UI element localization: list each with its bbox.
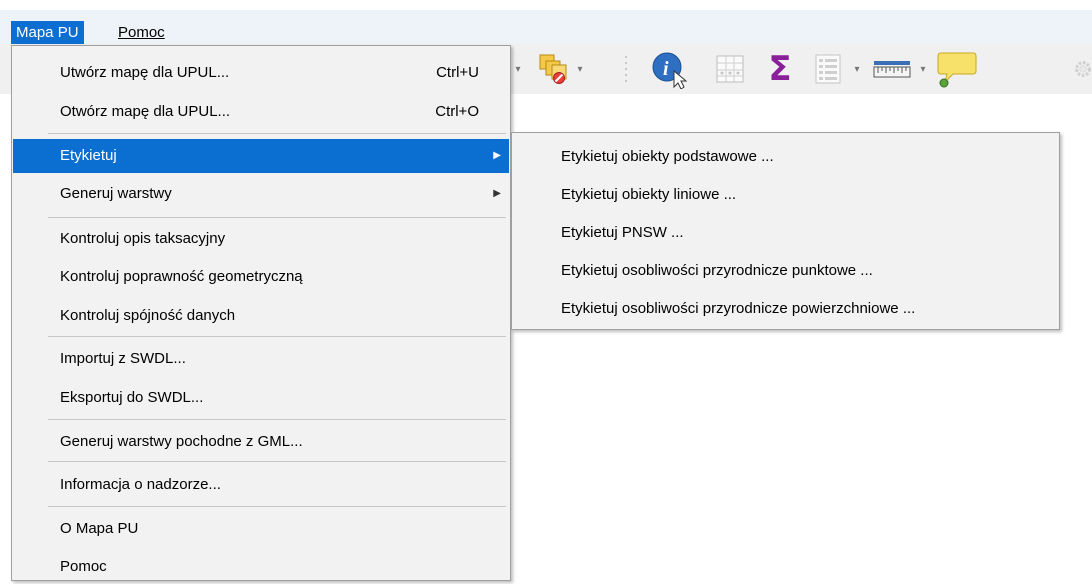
menu-item-label: Informacja o nadzorze... (60, 476, 221, 493)
etykietuj-submenu: Etykietuj obiekty podstawowe ... Etykiet… (511, 132, 1060, 330)
submenu-item-osobliwosci-powierzchniowe[interactable]: Etykietuj osobliwości przyrodnicze powie… (513, 290, 1058, 327)
menu-item-importuj-swdl[interactable]: Importuj z SWDL... (13, 342, 509, 376)
menu-item-label: Generuj warstwy (60, 185, 172, 202)
field-calculator-icon[interactable] (808, 44, 848, 94)
shortcut-label: Ctrl+O (435, 103, 479, 120)
menu-item-kontroluj-geometrie[interactable]: Kontroluj poprawność geometryczną (13, 260, 509, 294)
menu-item-label: Kontroluj poprawność geometryczną (60, 268, 303, 285)
menu-item-etykietuj[interactable]: Etykietuj ▶ (13, 139, 509, 173)
map-tips-icon[interactable] (934, 44, 978, 94)
toolbar-separator (622, 44, 632, 94)
menu-separator (48, 506, 506, 507)
field-calculator-dropdown-arrow[interactable]: ▾ (850, 44, 864, 94)
submenu-item-obiekty-liniowe[interactable]: Etykietuj obiekty liniowe ... (513, 176, 1058, 213)
menu-item-label: Otwórz mapę dla UPUL... (60, 103, 231, 120)
menu-separator (48, 336, 506, 337)
menu-item-kontroluj-spojnosc[interactable]: Kontroluj spójność danych (13, 299, 509, 333)
deselect-dropdown-arrow[interactable]: ▾ (573, 44, 587, 94)
deselect-features-icon[interactable] (536, 44, 572, 94)
menu-item-label: Pomoc (60, 558, 107, 575)
menu-separator (48, 133, 506, 134)
menu-item-label: Importuj z SWDL... (60, 350, 186, 367)
submenu-item-obiekty-podstawowe[interactable]: Etykietuj obiekty podstawowe ... (513, 138, 1058, 175)
menu-item-utworz-mape[interactable]: Utwórz mapę dla UPUL... Ctrl+U (13, 56, 509, 90)
toolbar-dropdown-arrow[interactable]: ▾ (511, 44, 525, 94)
menu-item-otworz-mape[interactable]: Otwórz mapę dla UPUL... Ctrl+O (13, 95, 509, 129)
identify-features-icon[interactable]: i (648, 44, 694, 94)
menu-separator (48, 419, 506, 420)
menu-item-o-mapa-pu[interactable]: O Mapa PU (13, 512, 509, 546)
statistics-sum-icon[interactable]: Σ (760, 44, 800, 94)
menu-separator (48, 461, 506, 462)
menu-item-label: Etykietuj (60, 147, 117, 164)
menu-item-label: O Mapa PU (60, 520, 139, 537)
menu-item-label: Generuj warstwy pochodne z GML... (60, 433, 303, 450)
submenu-item-osobliwosci-punktowe[interactable]: Etykietuj osobliwości przyrodnicze punkt… (513, 252, 1058, 289)
menu-separator (48, 217, 506, 218)
menu-item-pomoc[interactable]: Pomoc (13, 550, 509, 584)
menu-item-generuj-gml[interactable]: Generuj warstwy pochodne z GML... (13, 425, 509, 459)
measure-ruler-icon[interactable] (870, 44, 914, 94)
svg-text:i: i (663, 58, 669, 80)
submenu-item-pnsw[interactable]: Etykietuj PNSW ... (513, 214, 1058, 251)
menu-item-generuj-warstwy[interactable]: Generuj warstwy ▶ (13, 177, 509, 211)
mapa-pu-dropdown-menu: Utwórz mapę dla UPUL... Ctrl+U Otwórz ma… (11, 45, 511, 581)
menu-item-informacja-nadzor[interactable]: Informacja o nadzorze... (13, 468, 509, 502)
shortcut-label: Ctrl+U (436, 64, 479, 81)
menu-item-eksportuj-swdl[interactable]: Eksportuj do SWDL... (13, 381, 509, 415)
submenu-arrow-icon: ▶ (493, 188, 501, 199)
menu-item-label: Eksportuj do SWDL... (60, 389, 204, 406)
menubar-pomoc[interactable]: Pomoc (113, 21, 170, 45)
menu-item-label: Utwórz mapę dla UPUL... (60, 64, 230, 81)
menu-item-kontroluj-opis[interactable]: Kontroluj opis taksacyjny (13, 222, 509, 256)
menu-bar: Mapa PU Pomoc (0, 10, 1092, 45)
window-top-strip (0, 0, 1092, 10)
submenu-arrow-icon: ▶ (493, 150, 501, 161)
measure-dropdown-arrow[interactable]: ▾ (916, 44, 930, 94)
menu-item-label: Kontroluj opis taksacyjny (60, 230, 226, 247)
attribute-table-icon[interactable] (710, 44, 750, 94)
menubar-mapa-pu[interactable]: Mapa PU (11, 21, 84, 45)
menu-item-label: Kontroluj spójność danych (60, 307, 236, 324)
settings-gear-icon[interactable] (1074, 44, 1092, 94)
